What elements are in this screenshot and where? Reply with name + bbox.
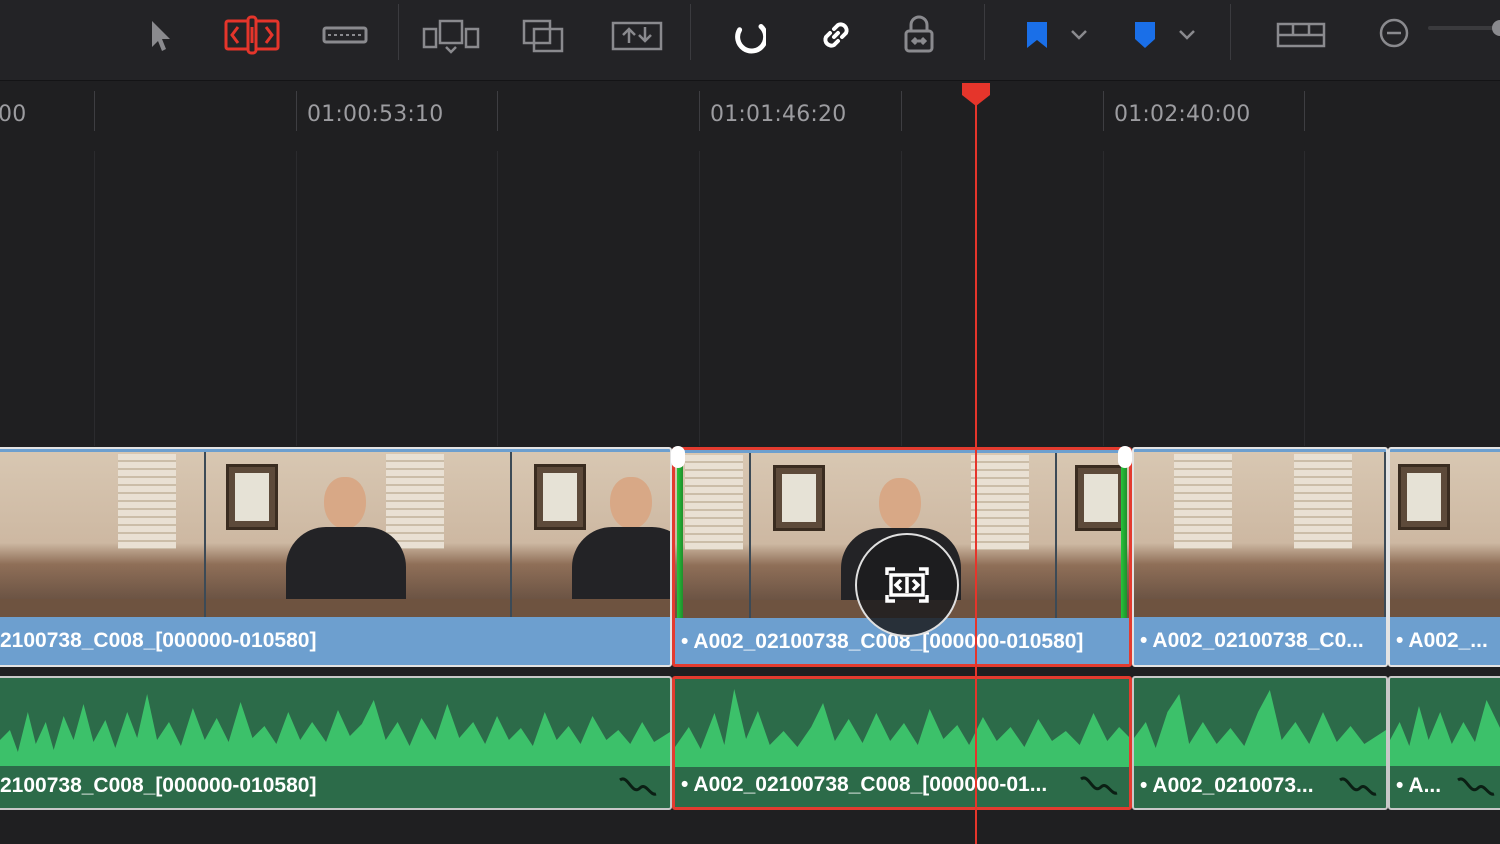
audio-waveform	[1134, 690, 1386, 766]
audio-clip-selected[interactable]: • A002_02100738_C008_[000000-01...	[672, 676, 1132, 810]
timeline-toolbar	[0, 0, 1500, 81]
replace-clip-icon	[611, 21, 663, 51]
toolbar-divider	[690, 4, 691, 60]
grid-line	[1103, 151, 1104, 446]
blade-icon	[322, 26, 368, 44]
ruler-tick	[1304, 91, 1305, 131]
snapping-button[interactable]	[722, 10, 770, 60]
playhead-handle[interactable]	[960, 81, 992, 107]
chevron-down-icon	[1179, 30, 1195, 40]
flag-icon	[1027, 22, 1047, 48]
fade-curve-icon[interactable]	[1456, 772, 1496, 798]
trim-edge-left[interactable]	[677, 453, 683, 618]
overwrite-clip-icon	[522, 19, 564, 53]
full-extent-zoom-button[interactable]	[1272, 10, 1330, 60]
trim-handle-left[interactable]	[671, 446, 685, 468]
timecode-label: 01:01:46:20	[710, 102, 847, 127]
empty-track-area[interactable]	[0, 151, 1500, 446]
overwrite-clip-button[interactable]	[518, 10, 568, 60]
audio-waveform	[675, 689, 1129, 767]
linked-selection-button[interactable]	[812, 10, 860, 60]
ruler-tick	[94, 91, 95, 131]
thumbnail-frame	[0, 452, 206, 617]
timecode-label: 01:00:53:10	[307, 102, 444, 127]
ruler-tick	[497, 91, 498, 131]
timecode-ruler[interactable]: 00 01:00:53:10 01:01:46:20 01:02:40:00	[0, 81, 1500, 151]
zoom-out-button[interactable]	[1376, 8, 1412, 58]
grid-line	[699, 151, 700, 446]
full-extent-zoom-icon	[1276, 22, 1326, 48]
flag-button[interactable]	[1020, 10, 1054, 60]
slip-trim-icon	[885, 567, 929, 603]
fade-curve-icon[interactable]	[1079, 771, 1119, 797]
marker-button[interactable]	[1128, 10, 1162, 60]
trim-handle-right[interactable]	[1118, 446, 1132, 468]
selection-mode-button[interactable]	[140, 10, 180, 60]
slip-trim-cursor	[855, 533, 959, 637]
ruler-tick	[296, 91, 297, 131]
clip-thumbnails	[1390, 452, 1500, 617]
marker-icon	[1135, 22, 1155, 48]
clip-name: 2100738_C008_[000000-010580]	[0, 629, 317, 652]
thumbnail-frame	[206, 452, 512, 617]
clip-name: • A002_...	[1396, 629, 1488, 652]
clip-name: • A002_02100738_C0...	[1140, 629, 1364, 652]
marker-dropdown-button[interactable]	[1174, 10, 1200, 60]
clip-name: 2100738_C008_[000000-010580]	[0, 774, 317, 797]
insert-clip-button[interactable]	[418, 10, 484, 60]
zoom-slider[interactable]	[1428, 26, 1500, 30]
trim-edit-mode-button[interactable]	[220, 10, 284, 60]
position-lock-button[interactable]	[896, 10, 942, 60]
arrow-pointer-icon	[152, 21, 170, 51]
audio-clip[interactable]: • A002_0210073...	[1132, 676, 1388, 810]
clip-name: • A002_02100738_C008_[000000-01...	[681, 773, 1048, 796]
chevron-down-icon	[1071, 30, 1087, 40]
trim-icon	[224, 15, 280, 55]
magnet-icon	[735, 24, 766, 54]
replace-clip-button[interactable]	[608, 10, 666, 60]
video-clip[interactable]: • A002_...	[1388, 447, 1500, 667]
timecode-label: 01:02:40:00	[1114, 102, 1251, 127]
ruler-tick	[699, 91, 700, 131]
clip-thumbnails	[0, 452, 670, 617]
grid-line	[1304, 151, 1305, 446]
audio-waveform	[0, 694, 670, 766]
audio-clip[interactable]: 2100738_C008_[000000-010580]	[0, 676, 672, 810]
link-icon	[823, 22, 849, 48]
toolbar-divider	[398, 4, 399, 60]
insert-clip-icon	[422, 19, 480, 54]
playhead-line[interactable]	[975, 96, 977, 844]
toolbar-divider	[1230, 4, 1231, 60]
zoom-slider-handle[interactable]	[1492, 20, 1500, 36]
lock-icon	[904, 15, 934, 53]
thumbnail-frame	[512, 452, 670, 617]
thumbnail-frame	[1057, 453, 1129, 618]
thumbnail-frame	[675, 453, 751, 618]
trim-edge-right[interactable]	[1121, 453, 1127, 618]
flag-dropdown-button[interactable]	[1066, 10, 1092, 60]
fade-curve-icon[interactable]	[618, 772, 658, 798]
grid-line	[497, 151, 498, 446]
grid-line	[901, 151, 902, 446]
clip-thumbnails	[1134, 452, 1386, 617]
ruler-tick	[1103, 91, 1104, 131]
thumbnail-frame	[1134, 452, 1386, 617]
thumbnail-frame	[1390, 452, 1500, 617]
blade-edit-mode-button[interactable]	[318, 10, 372, 60]
timecode-label: 00	[0, 102, 27, 127]
grid-line	[94, 151, 95, 446]
fade-curve-icon[interactable]	[1338, 772, 1378, 798]
audio-waveform	[1390, 700, 1500, 766]
zoom-out-icon	[1379, 18, 1409, 48]
video-clip[interactable]: 2100738_C008_[000000-010580]	[0, 447, 672, 667]
video-clip[interactable]: • A002_02100738_C0...	[1132, 447, 1388, 667]
ruler-tick	[901, 91, 902, 131]
grid-line	[296, 151, 297, 446]
toolbar-divider	[984, 4, 985, 60]
audio-clip[interactable]: • A...	[1388, 676, 1500, 810]
